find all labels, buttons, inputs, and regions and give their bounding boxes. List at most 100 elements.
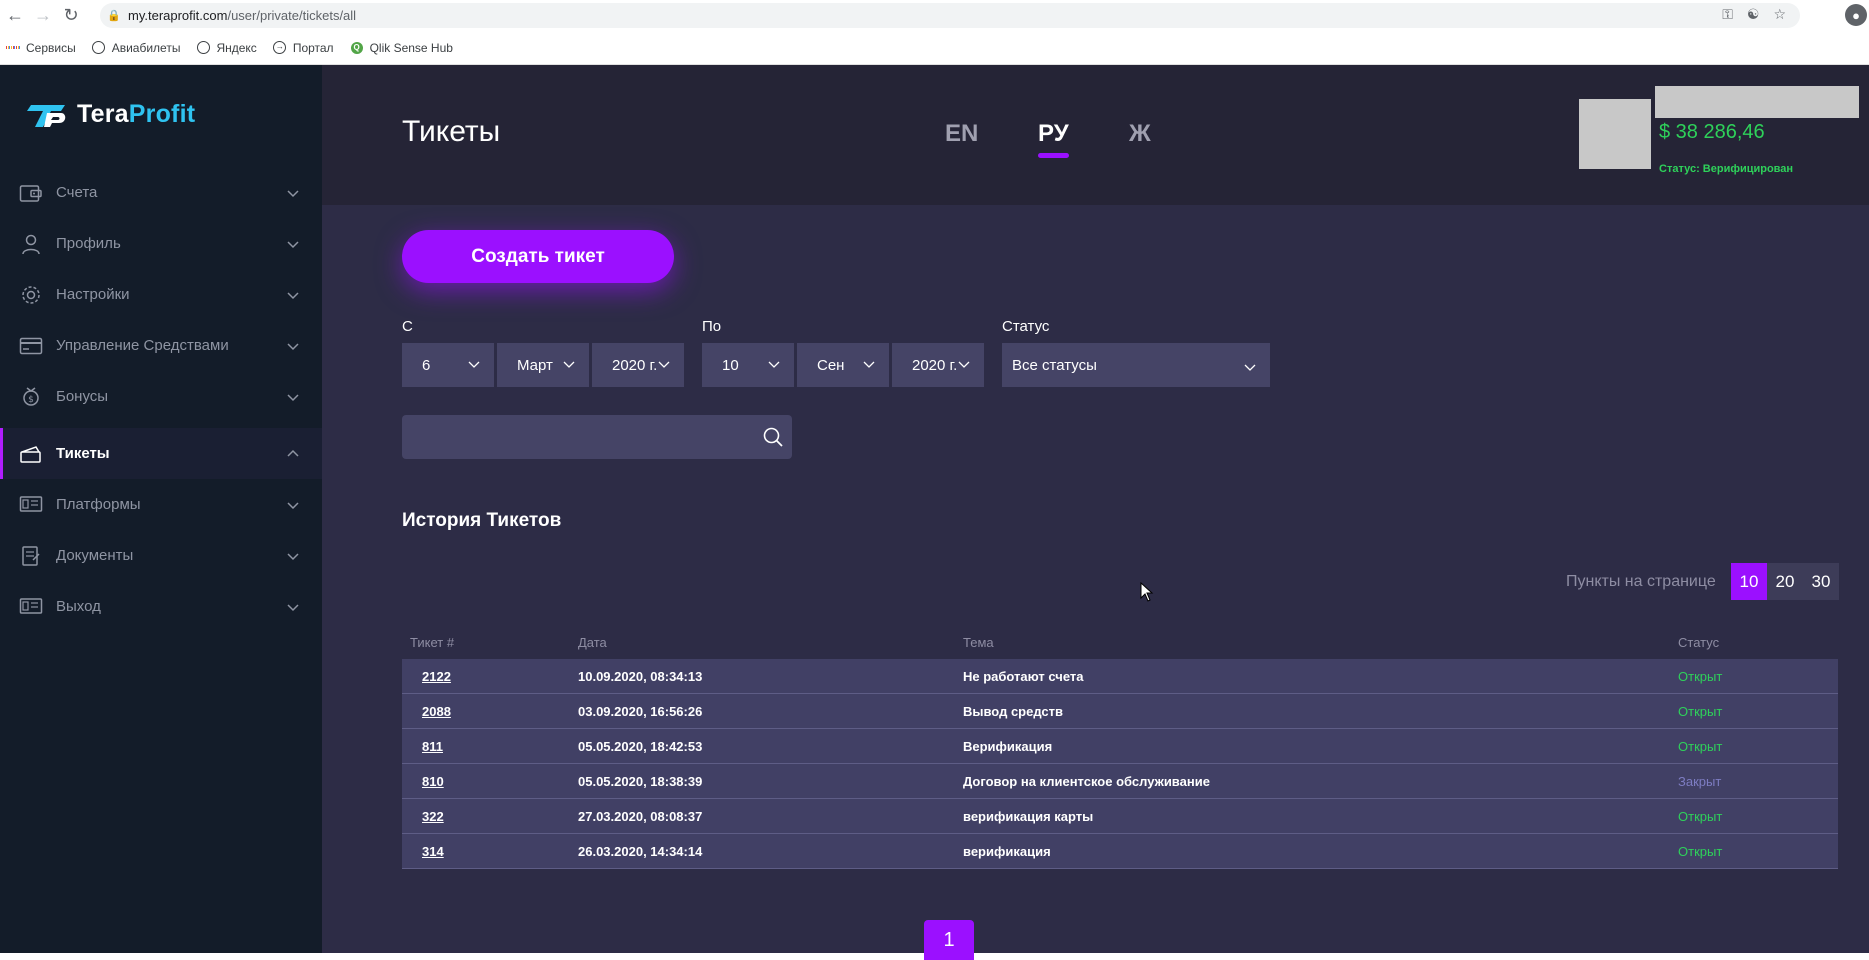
chevron-down-icon (287, 603, 299, 611)
sidebar-item-exit[interactable]: Выход (0, 581, 322, 632)
chevron-down-icon (287, 291, 299, 299)
lock-icon: 🔒 (107, 10, 121, 22)
lang-other[interactable]: Ж (1129, 120, 1151, 148)
ticket-date: 05.05.2020, 18:42:53 (578, 739, 703, 754)
column-header-ticket[interactable]: Тикет # (410, 635, 454, 650)
select-value: 2020 г. (912, 356, 958, 374)
ticket-status: Открыт (1678, 669, 1723, 684)
status-select[interactable]: Все статусы (1002, 343, 1270, 387)
ticket-subject: верификация (963, 844, 1051, 859)
ticket-date: 03.09.2020, 16:56:26 (578, 704, 703, 719)
avatar[interactable] (1579, 99, 1651, 169)
create-ticket-button[interactable]: Создать тикет (402, 230, 674, 283)
url-text: my.teraprofit.com/user/private/tickets/a… (128, 8, 357, 23)
ticket-id-link[interactable]: 811 (422, 739, 443, 754)
to-year-select[interactable]: 2020 г. (892, 343, 984, 387)
chevron-down-icon (287, 189, 299, 197)
sidebar-item-profile[interactable]: Профиль (0, 218, 322, 269)
chevron-down-icon (563, 361, 575, 368)
lang-ru[interactable]: РУ (1038, 120, 1069, 158)
ticket-id-link[interactable]: 322 (422, 809, 444, 824)
ticket-id-link[interactable]: 810 (422, 774, 444, 789)
address-bar[interactable]: 🔒 my.teraprofit.com/user/private/tickets… (100, 3, 1800, 28)
bookmark-yandex[interactable]: Яндекс (196, 41, 257, 55)
from-year-select[interactable]: 2020 г. (592, 343, 684, 387)
select-value: 10 (722, 356, 739, 374)
sidebar-item-settings[interactable]: Настройки (0, 269, 322, 320)
teraprofit-logo[interactable]: TeraProfit (25, 100, 195, 129)
table-row[interactable]: 2088 03.09.2020, 16:56:26 Вывод средств … (402, 694, 1838, 729)
sidebar-item-label: Управление Средствами (56, 337, 229, 354)
ticket-status: Закрыт (1678, 774, 1722, 789)
chevron-down-icon (287, 501, 299, 509)
from-label: С (402, 318, 413, 335)
search-input[interactable] (402, 415, 732, 459)
table-row[interactable]: 2122 10.09.2020, 08:34:13 Не работают сч… (402, 659, 1838, 694)
ticket-subject: Вывод средств (963, 704, 1064, 719)
ticket-subject: Не работают счета (963, 669, 1084, 684)
to-month-select[interactable]: Сен (797, 343, 889, 387)
star-icon[interactable]: ☆ (1773, 6, 1786, 23)
column-header-date[interactable]: Дата (578, 635, 607, 650)
ticket-id-link[interactable]: 2122 (422, 669, 451, 684)
table-row[interactable]: 322 27.03.2020, 08:08:37 верификация кар… (402, 799, 1838, 834)
table-row[interactable]: 811 05.05.2020, 18:42:53 Верификация Отк… (402, 729, 1838, 764)
per-page-10[interactable]: 10 (1731, 563, 1767, 600)
sidebar-item-bonuses[interactable]: $ Бонусы (0, 371, 322, 422)
ticket-status: Открыт (1678, 844, 1723, 859)
qlik-icon: Q (350, 41, 363, 54)
select-value: Все статусы (1012, 356, 1097, 374)
column-header-status[interactable]: Статус (1678, 635, 1719, 650)
sidebar: TeraProfit Счета Профиль Настройки Управ… (0, 65, 322, 953)
lang-en[interactable]: EN (945, 120, 978, 148)
sidebar-menu: Счета Профиль Настройки Управление Средс… (0, 167, 322, 632)
card-icon (18, 335, 44, 357)
from-month-select[interactable]: Март (497, 343, 589, 387)
chevron-down-icon (287, 342, 299, 350)
ticket-date: 27.03.2020, 08:08:37 (578, 809, 703, 824)
chevron-down-icon (287, 393, 299, 401)
sidebar-item-funds[interactable]: Управление Средствами (0, 320, 322, 371)
ticket-id-link[interactable]: 314 (422, 844, 444, 859)
bookmark-services[interactable]: Сервисы (5, 41, 76, 55)
browser-toolbar: ← → ↻ 🔒 my.teraprofit.com/user/private/t… (0, 0, 1869, 31)
ticket-id-link[interactable]: 2088 (422, 704, 451, 719)
globe-icon (92, 41, 106, 54)
per-page-20[interactable]: 20 (1767, 563, 1803, 600)
sidebar-item-accounts[interactable]: Счета (0, 167, 322, 218)
sidebar-item-label: Профиль (56, 235, 121, 252)
ticket-date: 26.03.2020, 14:34:14 (578, 844, 703, 859)
key-icon[interactable]: ⚿ (1722, 6, 1733, 23)
table-row[interactable]: 314 26.03.2020, 14:34:14 верификация Отк… (402, 834, 1838, 869)
chevron-down-icon (658, 361, 670, 368)
sidebar-item-tickets[interactable]: Тикеты (0, 428, 322, 479)
sidebar-item-label: Платформы (56, 496, 141, 513)
back-icon[interactable]: ← (2, 3, 28, 29)
browser-profile-icon[interactable]: ● (1845, 4, 1867, 26)
bonus-icon: $ (18, 386, 44, 408)
bookmark-aviabilety[interactable]: Авиабилеты (92, 41, 180, 55)
chevron-down-icon (768, 361, 780, 368)
to-day-select[interactable]: 10 (702, 343, 794, 387)
forward-icon[interactable]: → (30, 3, 56, 29)
from-day-select[interactable]: 6 (402, 343, 494, 387)
per-page-label: Пункты на странице (1566, 573, 1716, 590)
column-header-subject[interactable]: Тема (963, 635, 994, 650)
ticket-status: Открыт (1678, 739, 1723, 754)
sidebar-item-documents[interactable]: Документы (0, 530, 322, 581)
translate-icon[interactable]: ☯ (1747, 6, 1760, 23)
chevron-down-icon (287, 552, 299, 560)
bookmark-portal[interactable]: → Портал (273, 41, 334, 55)
search-icon[interactable] (762, 426, 784, 448)
bookmark-qlik[interactable]: Q Qlik Sense Hub (350, 41, 453, 55)
sidebar-item-platforms[interactable]: Платформы (0, 479, 322, 530)
document-icon (18, 545, 44, 567)
per-page-30[interactable]: 30 (1803, 563, 1839, 600)
reload-icon[interactable]: ↻ (58, 3, 84, 29)
mouse-cursor-icon (1140, 582, 1154, 602)
apps-grid-icon (5, 41, 21, 55)
pagination-page-1[interactable]: 1 (924, 920, 974, 960)
table-row[interactable]: 810 05.05.2020, 18:38:39 Договор на клие… (402, 764, 1838, 799)
chevron-down-icon (863, 361, 875, 368)
ticket-subject: Верификация (963, 739, 1053, 754)
